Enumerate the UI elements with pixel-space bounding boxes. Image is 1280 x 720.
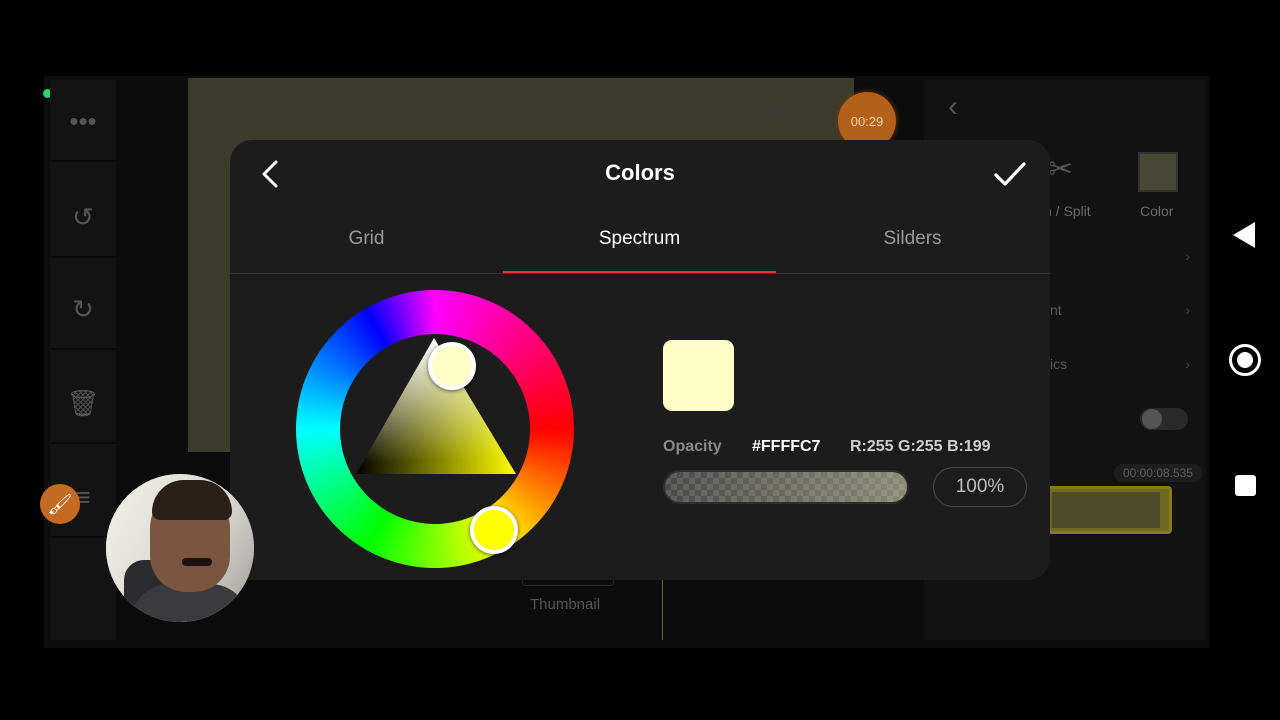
hue-handle[interactable] [470,506,518,554]
brush-button[interactable]: 🖌 [40,484,80,524]
selected-color-preview [663,340,734,411]
more-horizontal-icon: ••• [69,105,97,136]
color-mode-tabs: Grid Spectrum Silders [230,216,1050,274]
chevron-right-icon: › [1185,248,1190,264]
redo-button[interactable]: ↻ [50,270,116,350]
more-button[interactable]: ••• [50,82,116,162]
panel-toggle[interactable] [1140,408,1188,430]
opacity-slider[interactable] [663,470,909,504]
thumbnail-label[interactable]: Thumbnail [530,596,600,613]
nav-back-button[interactable] [1233,222,1255,248]
nav-home-button[interactable] [1229,344,1261,376]
hex-value: #FFFFC7 [752,438,821,455]
saturation-value-handle[interactable] [428,342,476,390]
panel-back-button[interactable]: ‹ [948,90,958,124]
opacity-label: Opacity [663,438,722,455]
webcam-overlay [106,474,254,622]
brush-icon: 🖌 [47,493,73,516]
playhead[interactable] [662,580,663,640]
trash-icon: 🗑 [66,387,100,418]
redo-icon: ↻ [72,293,94,324]
panel-row-label: ics [1050,356,1068,372]
color-swatch-button[interactable] [1138,152,1178,192]
dialog-title: Colors [605,160,675,185]
panel-row-label: nt [1050,302,1062,318]
toggle-knob [1142,409,1162,429]
opacity-value-field[interactable]: 100% [933,467,1027,507]
tab-sliders[interactable]: Silders [776,216,1049,274]
split-label: n / Split [1044,203,1091,219]
active-tab-indicator [503,271,776,273]
watermark-icon: ❋ [766,97,792,130]
opacity-slider-fill [665,472,907,502]
chevron-right-icon: › [1185,356,1190,372]
panel-row[interactable]: ics › [1050,356,1196,376]
tab-spectrum[interactable]: Spectrum [503,216,776,274]
rgb-value: R:255 G:255 B:199 [850,438,991,455]
nav-recents-button[interactable] [1235,475,1256,496]
webcam-person-mustache [182,558,212,566]
panel-row[interactable]: nt › [1050,302,1196,322]
chevron-right-icon: › [1185,302,1190,318]
timecode: 00:00:08.535 [1114,464,1202,482]
tab-grid[interactable]: Grid [230,216,503,274]
delete-button[interactable]: 🗑 [50,364,116,444]
panel-row[interactable]: › [1050,248,1196,268]
colors-dialog: Colors Grid Spectrum Silders Opacity #FF… [230,140,1050,580]
checkmark-icon[interactable] [990,154,1030,194]
undo-button[interactable]: ↺ [50,178,116,258]
home-dot [1237,352,1253,368]
color-label: Color [1140,203,1174,219]
scissors-icon[interactable]: ✂ [1048,152,1073,187]
timeline-clip-thumbnail [1052,492,1160,528]
undo-icon: ↺ [72,201,94,232]
